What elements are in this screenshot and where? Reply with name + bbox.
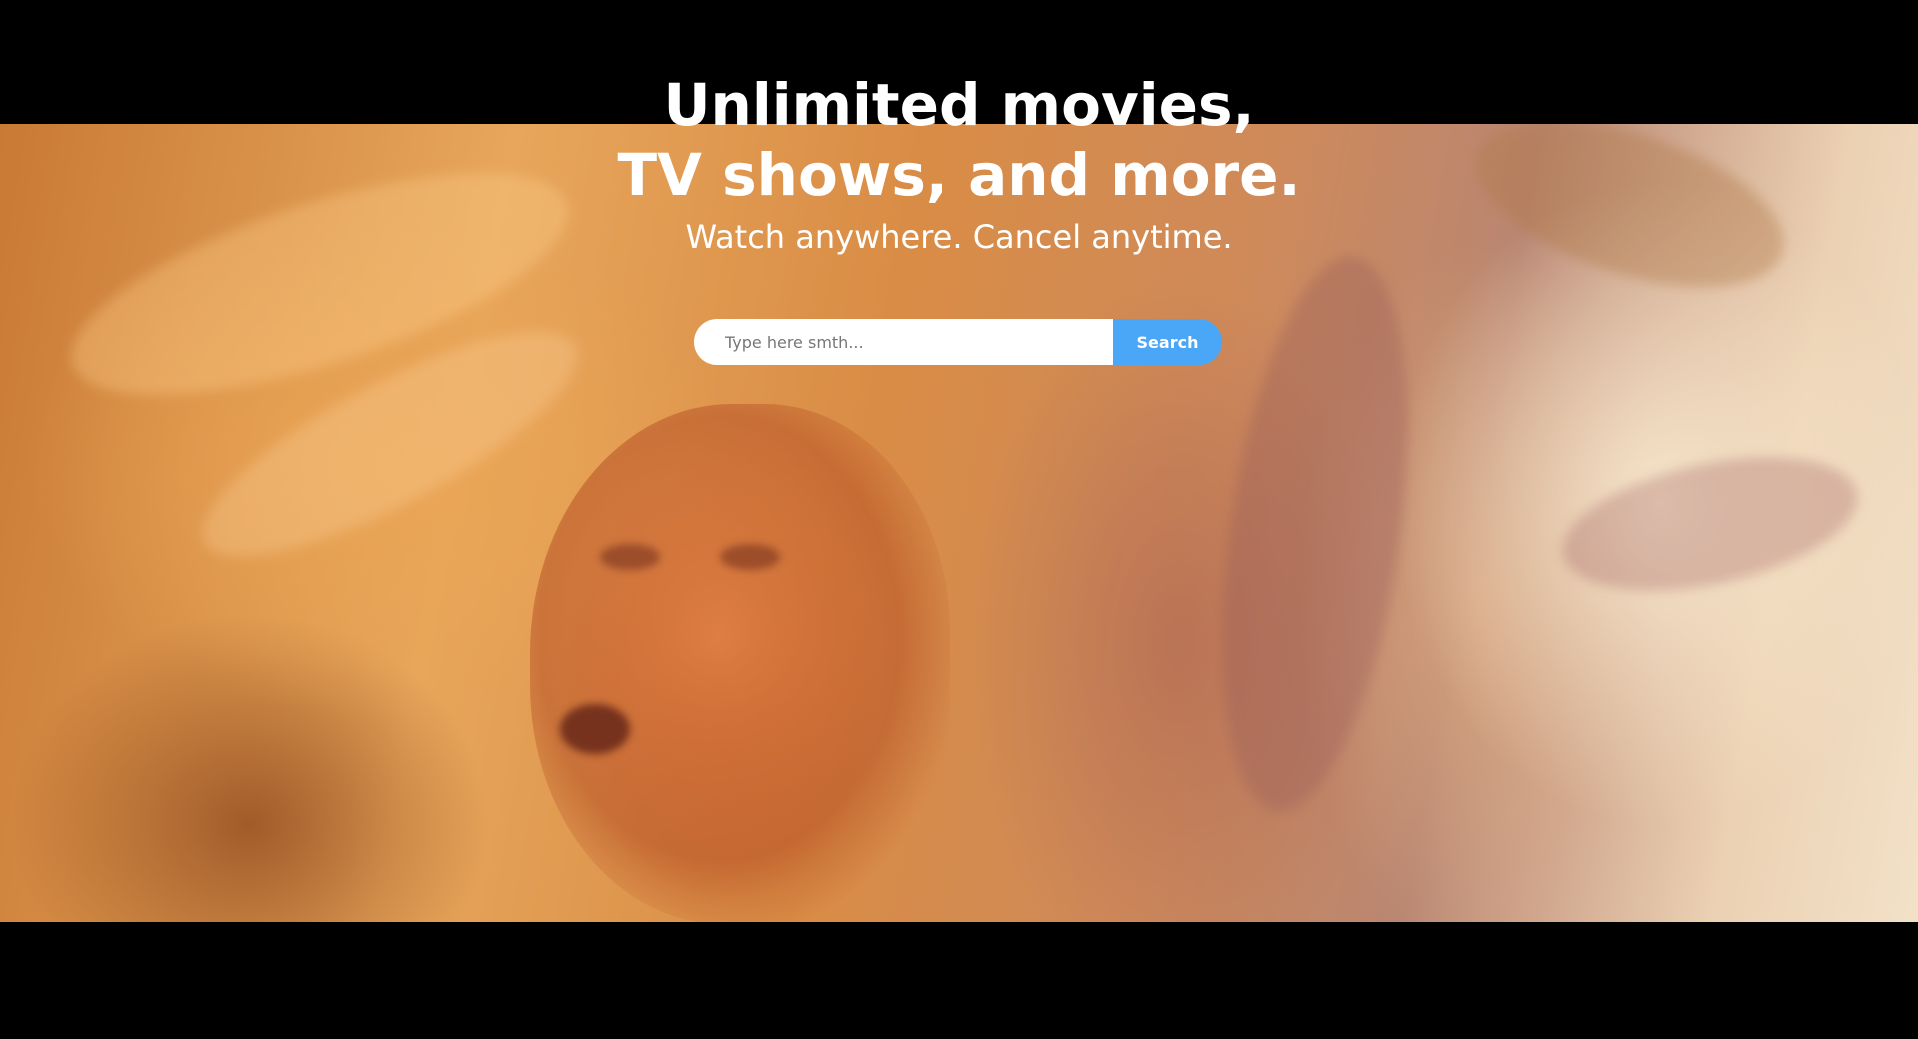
hero-image-detail — [1550, 434, 1870, 614]
search-button[interactable]: Search — [1113, 319, 1222, 365]
search-bar: Search — [694, 319, 1222, 365]
hero-image-detail — [720, 544, 780, 570]
hero-image-figure — [530, 404, 950, 922]
hero-image-detail — [1191, 244, 1439, 824]
hero-image-detail — [600, 544, 660, 570]
hero-headline-line-2: TV shows, and more. — [617, 141, 1301, 209]
hero-image-detail — [560, 704, 630, 754]
search-input[interactable] — [694, 319, 1113, 365]
hero-headline-line-1: Unlimited movies, — [663, 71, 1255, 139]
hero-subheadline: Watch anywhere. Cancel anytime. — [685, 218, 1233, 256]
landing-page: Unlimited movies, TV shows, and more. Wa… — [0, 0, 1918, 1039]
hero-headline: Unlimited movies, TV shows, and more. — [0, 70, 1918, 210]
